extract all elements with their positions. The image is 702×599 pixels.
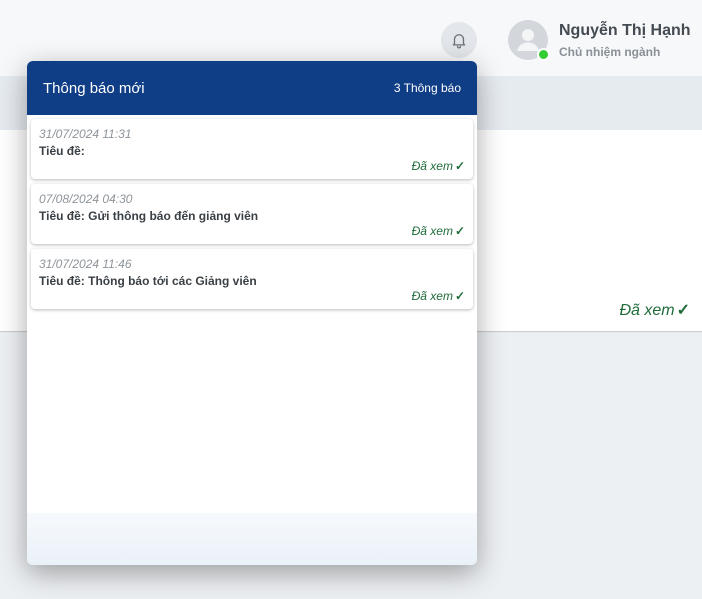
user-avatar[interactable] [508, 20, 550, 61]
background-read-label: Đã xem [619, 302, 675, 319]
notification-status-label: Đã xem [411, 224, 453, 238]
notification-bell-button[interactable] [441, 22, 477, 58]
notification-read-status: Đã xem ✓ [412, 289, 465, 303]
user-name: Nguyễn Thị Hạnh [559, 22, 691, 39]
notification-item[interactable]: 07/08/2024 04:30 Tiêu đề: Gửi thông báo … [31, 184, 473, 244]
background-read-status: Đã xem ✓ [619, 300, 690, 320]
notification-title: Tiêu đề: Gửi thông báo đến giảng viên [39, 209, 259, 223]
check-icon: ✓ [676, 302, 690, 319]
check-icon: ✓ [454, 224, 465, 238]
notification-status-label: Đã xem [411, 289, 453, 303]
notification-time: 31/07/2024 11:46 [39, 257, 132, 271]
bell-icon [452, 34, 466, 49]
check-icon: ✓ [454, 289, 465, 303]
notification-status-label: Đã xem [411, 159, 453, 173]
notification-panel-title: Thông báo mới [43, 79, 145, 97]
notification-time: 31/07/2024 11:31 [39, 127, 132, 141]
notification-count: 3 Thông báo [393, 81, 461, 95]
notification-title: Tiêu đề: Thông báo tới các Giảng viên [39, 274, 257, 288]
notification-item[interactable]: 31/07/2024 11:46 Tiêu đề: Thông báo tới … [31, 249, 473, 309]
check-icon: ✓ [454, 159, 465, 173]
notification-panel-footer [27, 513, 477, 565]
user-role: Chủ nhiệm ngành [559, 45, 661, 59]
notification-title: Tiêu đề: [39, 144, 85, 158]
notification-list: 31/07/2024 11:31 Tiêu đề: Đã xem ✓ 07/08/… [27, 115, 477, 309]
notification-time: 07/08/2024 04:30 [39, 192, 133, 206]
notification-panel: Thông báo mới 3 Thông báo 31/07/2024 11:… [27, 61, 477, 565]
online-status-dot [537, 48, 550, 61]
notification-read-status: Đã xem ✓ [412, 159, 465, 173]
notification-read-status: Đã xem ✓ [412, 224, 465, 238]
notification-panel-header: Thông báo mới 3 Thông báo [27, 61, 477, 115]
notification-item[interactable]: 31/07/2024 11:31 Tiêu đề: Đã xem ✓ [31, 119, 473, 179]
